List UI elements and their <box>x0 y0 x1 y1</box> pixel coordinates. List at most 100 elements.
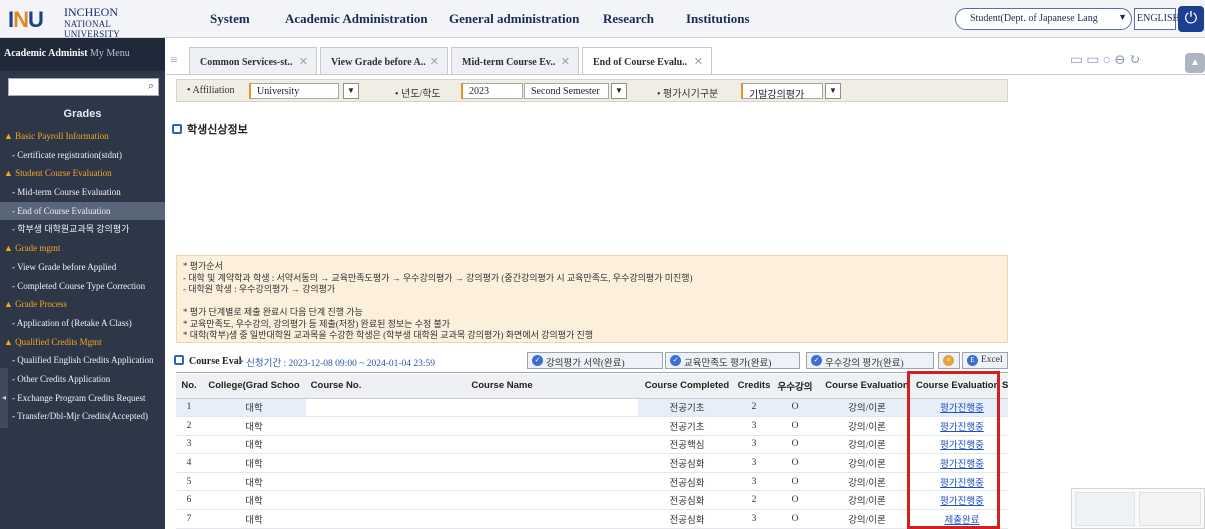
row-excellent: O <box>772 509 818 529</box>
row-completed: 전공핵심 <box>638 435 736 455</box>
sidebar-tab-academic[interactable]: Academic Administ <box>4 48 88 59</box>
table-row[interactable]: 3 대학 전공핵심 3 O 강의/이론 평가진행중 <box>176 435 1008 455</box>
excellent-lecture-button[interactable]: ✓ 우수강의 평가(완료) <box>806 352 934 369</box>
sidebar-item[interactable]: - Other Credits Application <box>0 370 165 389</box>
sidebar-item[interactable]: - Certificate registration(stdnt) <box>0 146 165 165</box>
affiliation-label: • Affiliation <box>187 85 235 96</box>
sidebar-tabs: Academic Administ My Menu <box>0 38 165 71</box>
satisfaction-eval-button[interactable]: ✓ 교육만족도 평가(완료) <box>665 352 800 369</box>
col-course-name[interactable]: Course Name <box>366 374 638 399</box>
row-credits: 3 <box>736 509 772 529</box>
close-icon[interactable]: ✕ <box>694 55 703 68</box>
sidebar-item[interactable]: - Mid-term Course Evaluation <box>0 183 165 202</box>
col-credits[interactable]: Credits <box>736 374 772 399</box>
chevron-down-icon: ▼ <box>1118 12 1127 22</box>
nav-system[interactable]: System <box>210 11 250 27</box>
close-icon[interactable]: ✕ <box>430 55 439 68</box>
tab-view-grade[interactable]: View Grade before A.. ✕ <box>320 47 448 74</box>
sidebar-collapse-handle[interactable]: ◂ <box>0 368 8 428</box>
sort-button[interactable]: ≡ <box>938 352 960 369</box>
thumbnail-pane <box>1139 492 1201 526</box>
close-icon[interactable]: ✕ <box>299 55 308 68</box>
university-logo[interactable]: INU INCHEON NATIONAL UNIVERSITY <box>8 5 158 39</box>
eval-type-select[interactable]: 기말강의평가 <box>741 83 823 101</box>
row-excellent: O <box>772 435 818 455</box>
sidebar-item[interactable]: - Exchange Program Credits Request <box>0 389 165 408</box>
role-select[interactable]: Student(Dept. of Japanese Lang ▼ <box>955 8 1132 30</box>
nav-general-administration[interactable]: General administration <box>449 11 579 27</box>
sidebar-item[interactable]: - Completed Course Type Correction <box>0 277 165 296</box>
sidebar-item[interactable]: - View Grade before Applied <box>0 258 165 277</box>
tab-label: View Grade before A.. <box>331 57 426 68</box>
window-controls[interactable]: ▭▭○⊖↻ <box>1070 52 1143 69</box>
sidebar-group[interactable]: ▲ Grade mgmt <box>0 239 165 258</box>
chevron-down-icon[interactable]: ▼ <box>343 83 359 99</box>
grid-separator <box>176 372 1008 373</box>
menu-icon[interactable]: ≡ <box>170 53 178 69</box>
row-eval-type: 강의/이론 <box>818 509 916 529</box>
pledge-button[interactable]: ✓ 강의평가 서약(완료) <box>527 352 663 369</box>
sidebar-item-label: - Exchange Program Credits Request <box>12 392 146 403</box>
table-row[interactable]: 6 대학 전공심화 2 O 강의/이론 평가진행중 <box>176 490 1008 511</box>
col-eval-type[interactable]: Course Evaluation <box>818 374 916 399</box>
excel-button-label: Excel <box>981 355 1003 365</box>
search-icon[interactable]: ⌕ <box>148 80 154 93</box>
table-row[interactable]: 1 대학 전공기초 2 O 강의/이론 평가진행중 <box>176 398 1008 418</box>
sidebar-item[interactable]: - End of Course Evaluation <box>0 201 165 221</box>
scroll-top-button[interactable]: ▲ <box>1185 53 1205 73</box>
row-eval-type: 강의/이론 <box>818 398 916 418</box>
tab-mid-term-eval[interactable]: Mid-term Course Ev.. ✕ <box>451 47 579 74</box>
col-college[interactable]: College(Grad Schoo <box>202 374 306 399</box>
chevron-down-icon[interactable]: ▼ <box>825 83 841 99</box>
row-course-no <box>306 472 366 492</box>
refresh-icon[interactable]: ↻ <box>1129 53 1144 68</box>
minus-circle-icon[interactable]: ⊖ <box>1114 53 1129 68</box>
chevron-down-icon[interactable]: ▼ <box>611 83 627 99</box>
logout-button[interactable]: ⏻ <box>1178 6 1204 32</box>
table-row[interactable]: 4 대학 전공심화 3 O 강의/이론 평가진행중 <box>176 453 1008 473</box>
circle-icon[interactable]: ○ <box>1102 53 1113 68</box>
sidebar-item[interactable]: - 학부생 대학원교과목 강의평가 <box>0 220 165 239</box>
col-excellent[interactable]: 우수강의 <box>772 374 818 399</box>
row-completed: 전공심화 <box>638 490 736 511</box>
row-course-no <box>306 490 366 511</box>
tile-icon[interactable]: ▭ <box>1070 53 1086 68</box>
language-select[interactable]: ENGLISH <box>1134 8 1180 30</box>
sidebar-tab-my-menu[interactable]: My Menu <box>90 48 130 59</box>
nav-institutions[interactable]: Institutions <box>686 11 750 27</box>
table-row[interactable]: 5 대학 전공심화 3 O 강의/이론 평가진행중 <box>176 472 1008 492</box>
status-column-highlight <box>907 371 1000 529</box>
sidebar-item[interactable]: - Qualified English Credits Application <box>0 351 165 370</box>
row-excellent: O <box>772 490 818 511</box>
affiliation-select[interactable]: University <box>249 83 339 99</box>
table-row[interactable]: 2 대학 전공기초 3 O 강의/이론 평가진행중 <box>176 416 1008 436</box>
tab-end-of-course-eval[interactable]: End of Course Evalu.. ✕ <box>582 47 712 75</box>
nav-academic-administration[interactable]: Academic Administration <box>285 11 428 27</box>
sidebar-menu: ▲ Basic Payroll Information - Certificate… <box>0 127 165 426</box>
check-icon: ✓ <box>811 355 822 366</box>
col-course-no[interactable]: Course No. <box>306 374 366 399</box>
row-no: 5 <box>176 472 202 492</box>
col-course-completed[interactable]: Course Completed <box>638 374 736 399</box>
tile-alt-icon[interactable]: ▭ <box>1086 53 1102 68</box>
tab-common-services[interactable]: Common Services-st.. ✕ <box>189 47 317 74</box>
sidebar-group[interactable]: ▲ Qualified Credits Mgmt <box>0 333 165 352</box>
year-spinner[interactable]: 2023 <box>461 83 523 99</box>
logo-mark: INU <box>8 7 44 32</box>
screenshot-thumbnail[interactable] <box>1071 488 1205 529</box>
table-row[interactable]: 7 대학 전공심화 3 O 강의/이론 제출완료 <box>176 509 1008 529</box>
sidebar-group[interactable]: ▲ Basic Payroll Information <box>0 127 165 146</box>
notice-line: * 대학(학부)생 중 일반대학원 교과목을 수강한 학생은 (학부생 대학원 … <box>183 330 594 340</box>
logo-subtitle: NATIONAL UNIVERSITY <box>64 19 120 39</box>
sidebar-group[interactable]: ▲ Grade Process <box>0 295 165 314</box>
sidebar-item[interactable]: - Application of (Retake A Class) <box>0 314 165 333</box>
excel-button[interactable]: E Excel <box>962 352 1008 369</box>
col-no[interactable]: No. <box>176 374 202 399</box>
semester-select[interactable]: Second Semester <box>524 83 609 99</box>
close-icon[interactable]: ✕ <box>561 55 570 68</box>
sidebar-item[interactable]: - Transfer/Dbl-Mjr Credits(Accepted) <box>0 407 165 426</box>
sidebar-group[interactable]: ▲ Student Course Evaluation <box>0 164 165 183</box>
menu-search-input[interactable]: ⌕ <box>8 78 159 96</box>
nav-research[interactable]: Research <box>603 11 654 27</box>
sidebar-item-label: - Application of (Retake A Class) <box>12 317 132 328</box>
